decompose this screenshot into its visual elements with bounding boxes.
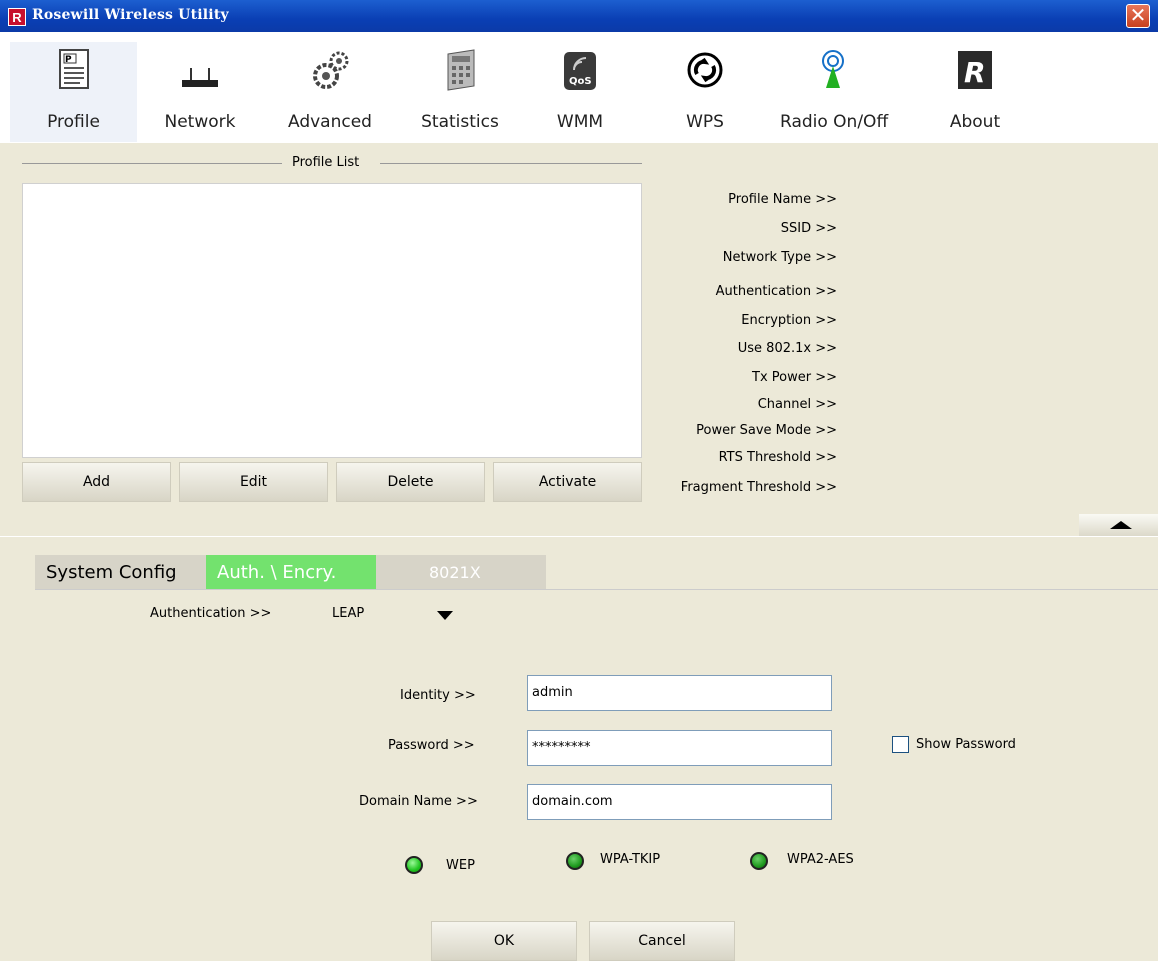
toolbar-advanced-label: Advanced bbox=[288, 112, 372, 132]
toolbar-radio-button[interactable]: Radio On/Off bbox=[780, 42, 889, 142]
password-label: Password >> bbox=[388, 738, 475, 753]
section-divider bbox=[0, 536, 1158, 537]
delete-button[interactable]: Delete bbox=[336, 462, 485, 502]
profile-list-divider-right bbox=[380, 163, 642, 164]
identity-label: Identity >> bbox=[400, 688, 476, 703]
toolbar-statistics-label: Statistics bbox=[421, 112, 499, 132]
tab-system-config[interactable]: System Config bbox=[46, 555, 177, 590]
wpa2-aes-led-icon bbox=[750, 852, 768, 870]
router-icon bbox=[182, 68, 218, 87]
wep-label: WEP bbox=[446, 858, 475, 873]
use-8021x-label: Use 802.1x >> bbox=[737, 341, 837, 356]
antenna-icon bbox=[821, 50, 844, 88]
tx-power-label: Tx Power >> bbox=[752, 370, 837, 385]
svg-text:R: R bbox=[964, 56, 986, 89]
collapse-up-button[interactable] bbox=[1079, 514, 1158, 536]
wpa-tkip-label: WPA-TKIP bbox=[600, 852, 661, 867]
encryption-label: Encryption >> bbox=[741, 313, 837, 328]
rts-threshold-label: RTS Threshold >> bbox=[718, 450, 837, 465]
activate-button[interactable]: Activate bbox=[493, 462, 642, 502]
gears-icon bbox=[313, 51, 349, 89]
profile-icon: P bbox=[58, 49, 89, 89]
tab-8021x[interactable]: 8021X bbox=[429, 555, 481, 590]
config-tabs: System Config Auth. \ Encry. 8021X bbox=[35, 555, 546, 590]
profile-name-label: Profile Name >> bbox=[728, 192, 837, 207]
fragment-threshold-label: Fragment Threshold >> bbox=[680, 480, 837, 495]
qos-icon: QoS bbox=[564, 52, 596, 90]
edit-button[interactable]: Edit bbox=[179, 462, 328, 502]
domain-name-label: Domain Name >> bbox=[359, 794, 478, 809]
authentication-select[interactable]: LEAP bbox=[332, 606, 364, 621]
profile-list[interactable] bbox=[22, 183, 642, 458]
title-bar: R Rosewill Wireless Utility ✕ bbox=[0, 0, 1158, 32]
toolbar-wps-label: WPS bbox=[686, 112, 724, 132]
close-button[interactable]: ✕ bbox=[1126, 4, 1150, 28]
show-password-label: Show Password bbox=[916, 737, 1016, 752]
toolbar-statistics-button[interactable]: Statistics bbox=[405, 42, 515, 142]
chevron-down-icon[interactable] bbox=[437, 611, 453, 620]
add-button[interactable]: Add bbox=[22, 462, 171, 502]
toolbar-advanced-button[interactable]: Advanced bbox=[275, 42, 385, 142]
tab-underline bbox=[35, 589, 1158, 590]
toolbar-profile-label: Profile bbox=[47, 112, 100, 132]
toolbar-about-label: About bbox=[949, 112, 1001, 132]
toolbar-wmm-label: WMM bbox=[556, 112, 604, 132]
toolbar-wmm-button[interactable]: QoS WMM bbox=[535, 42, 625, 142]
ok-button[interactable]: OK bbox=[431, 921, 577, 961]
toolbar-about-button[interactable]: R About bbox=[940, 42, 1010, 142]
window-title: Rosewill Wireless Utility bbox=[32, 7, 229, 23]
authentication-info-label: Authentication >> bbox=[715, 284, 837, 299]
identity-field[interactable]: admin bbox=[527, 675, 832, 711]
authentication-label: Authentication >> bbox=[150, 606, 272, 621]
cancel-button[interactable]: Cancel bbox=[589, 921, 735, 961]
svg-text:P: P bbox=[65, 55, 72, 65]
calculator-icon bbox=[447, 49, 475, 91]
wpa2-aes-label: WPA2-AES bbox=[787, 852, 854, 867]
ssid-label: SSID >> bbox=[780, 221, 837, 236]
channel-label: Channel >> bbox=[757, 397, 837, 412]
rosewill-logo-icon: R bbox=[958, 51, 992, 89]
app-logo-icon: R bbox=[8, 8, 26, 26]
wpa-tkip-led-icon bbox=[566, 852, 584, 870]
tab-auth-encry[interactable]: Auth. \ Encry. bbox=[206, 555, 376, 590]
wps-icon bbox=[687, 52, 723, 88]
toolbar-network-label: Network bbox=[164, 112, 236, 132]
main-toolbar: P Profile Network Advanced Statistics Qo… bbox=[0, 32, 1158, 143]
show-password-checkbox[interactable] bbox=[892, 736, 909, 753]
network-type-label: Network Type >> bbox=[722, 250, 837, 265]
password-field[interactable]: ********* bbox=[527, 730, 832, 766]
toolbar-network-button[interactable]: Network bbox=[150, 42, 250, 142]
power-save-mode-label: Power Save Mode >> bbox=[696, 423, 837, 438]
toolbar-wps-button[interactable]: WPS bbox=[660, 42, 750, 142]
profile-list-title: Profile List bbox=[292, 155, 360, 170]
toolbar-profile-button[interactable]: P Profile bbox=[10, 42, 137, 142]
domain-name-field[interactable]: domain.com bbox=[527, 784, 832, 820]
toolbar-radio-label: Radio On/Off bbox=[780, 112, 889, 132]
profile-list-divider-left bbox=[22, 163, 282, 164]
wep-led-icon bbox=[405, 856, 423, 874]
svg-text:QoS: QoS bbox=[569, 76, 592, 87]
